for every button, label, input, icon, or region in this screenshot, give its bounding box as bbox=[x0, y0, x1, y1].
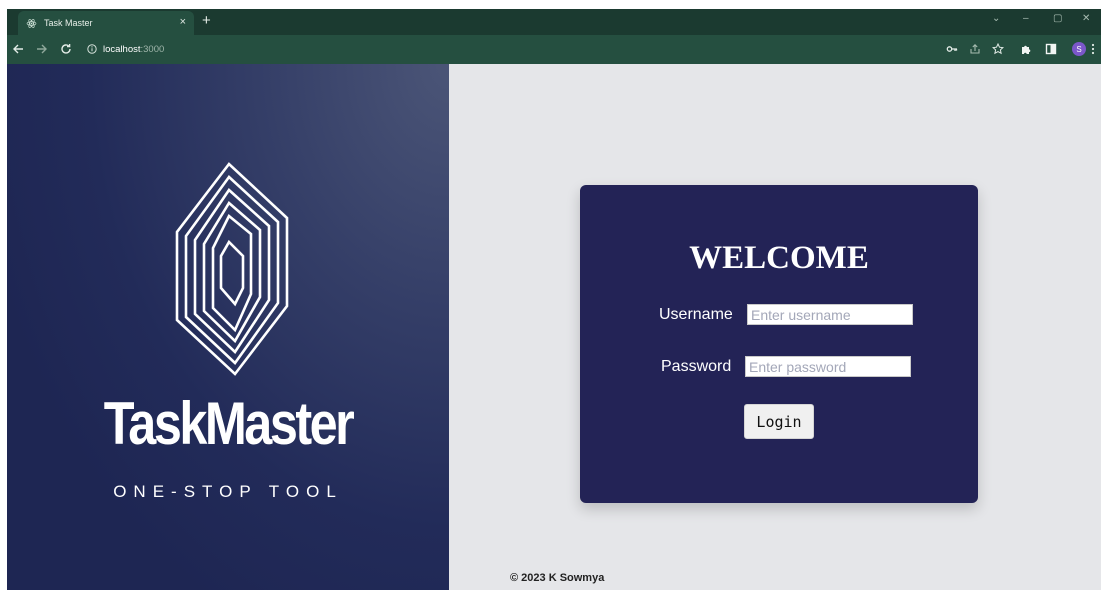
tab-title: Task Master bbox=[44, 18, 93, 28]
brand-tagline: ONE-STOP TOOL bbox=[113, 482, 343, 501]
forward-arrow-icon[interactable] bbox=[35, 42, 49, 56]
login-card: WELCOME Username Password Login bbox=[580, 185, 978, 503]
brand-name: TaskMaster bbox=[103, 390, 355, 457]
browser-toolbar: localhost :3000 S bbox=[7, 35, 1101, 64]
taskmaster-logo-icon bbox=[175, 162, 289, 376]
url-port: :3000 bbox=[140, 43, 165, 55]
new-tab-button[interactable]: + bbox=[202, 12, 211, 30]
tab-search-icon[interactable]: ⌄ bbox=[992, 13, 1000, 24]
copyright-footer: © 2023 K Sowmya bbox=[510, 572, 605, 584]
brand-panel: TaskMaster ONE-STOP TOOL bbox=[7, 64, 449, 590]
share-icon[interactable] bbox=[968, 42, 982, 56]
address-bar[interactable]: localhost :3000 bbox=[87, 40, 164, 58]
login-panel: WELCOME Username Password Login © 2023 K… bbox=[449, 64, 1101, 590]
browser-tab[interactable]: Task Master × bbox=[18, 11, 194, 35]
login-button[interactable]: Login bbox=[744, 404, 814, 439]
info-icon[interactable] bbox=[87, 44, 97, 54]
password-input[interactable] bbox=[745, 356, 911, 377]
close-window-icon[interactable]: ✕ bbox=[1082, 13, 1090, 24]
star-icon[interactable] bbox=[991, 42, 1005, 56]
kebab-menu-icon[interactable] bbox=[1089, 42, 1097, 56]
username-input[interactable] bbox=[747, 304, 913, 325]
browser-tab-strip: Task Master × + ⌄ – ▢ ✕ bbox=[7, 9, 1101, 35]
url-host: localhost bbox=[103, 43, 141, 55]
puzzle-icon[interactable] bbox=[1019, 42, 1033, 56]
restore-icon[interactable]: ▢ bbox=[1053, 13, 1062, 24]
key-icon[interactable] bbox=[945, 42, 959, 56]
side-panel-icon[interactable] bbox=[1044, 42, 1058, 56]
close-tab-icon[interactable]: × bbox=[180, 16, 186, 28]
back-arrow-icon[interactable] bbox=[11, 42, 25, 56]
minimize-icon[interactable]: – bbox=[1023, 13, 1029, 24]
reload-icon[interactable] bbox=[59, 42, 73, 56]
react-atom-icon bbox=[26, 18, 37, 29]
username-label: Username bbox=[659, 306, 733, 323]
profile-avatar[interactable]: S bbox=[1072, 42, 1086, 56]
welcome-heading: WELCOME bbox=[689, 240, 869, 276]
password-label: Password bbox=[661, 358, 732, 375]
